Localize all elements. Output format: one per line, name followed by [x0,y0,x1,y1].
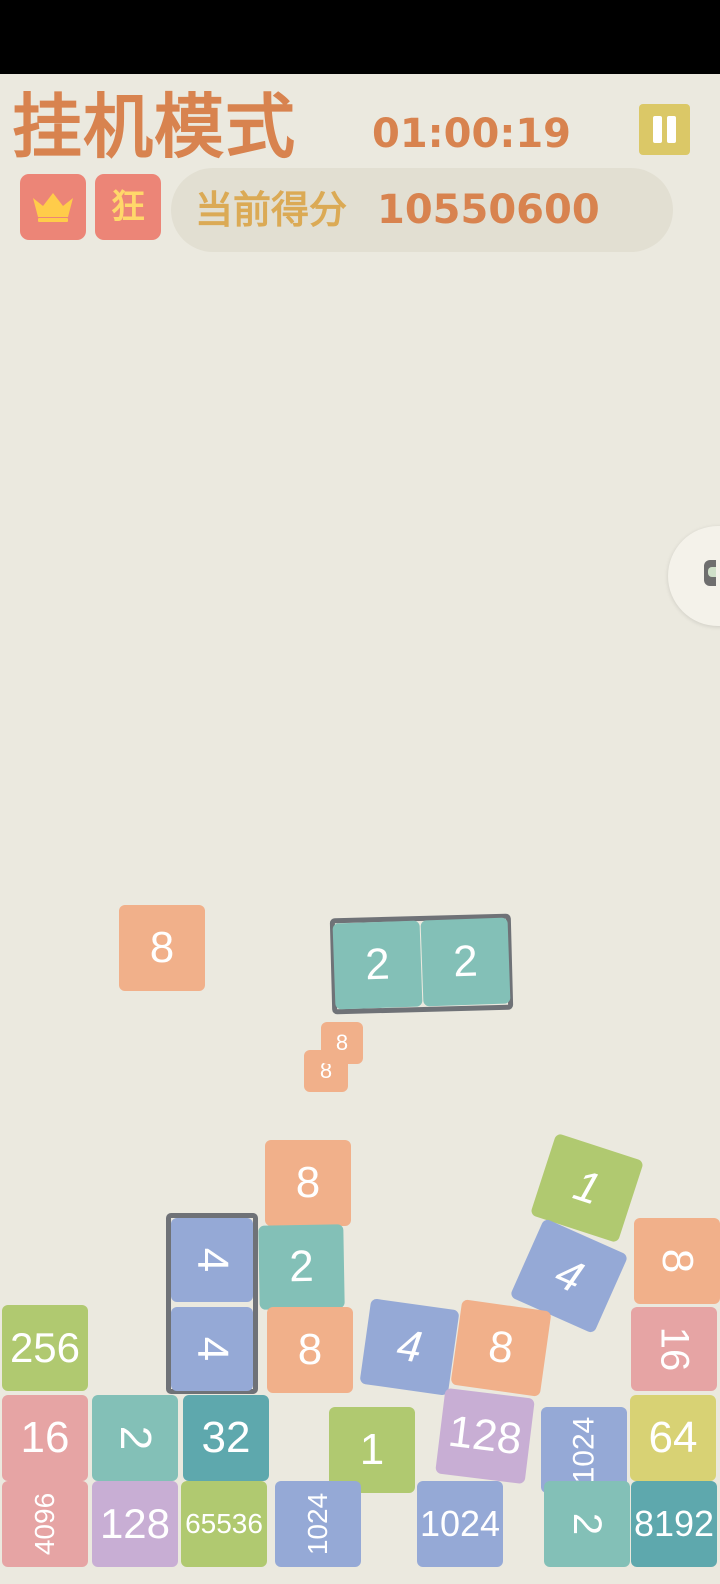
tile: 128 [92,1481,178,1567]
tile-value: 32 [201,1413,251,1462]
score-label: 当前得分 [195,188,348,232]
side-panel-icon [704,560,716,586]
tile-value: 1 [567,1160,607,1215]
tile: 2 [92,1395,178,1481]
pause-button[interactable] [639,104,690,155]
tile-value: 8 [295,1158,321,1207]
tile-value: 2 [364,939,391,990]
game-timer: 01:00:19 [372,111,571,157]
tile: 128 [435,1387,535,1485]
tile-value: 8 [149,923,175,972]
tile-value: 256 [9,1324,81,1371]
tile-value: 64 [648,1413,698,1462]
crown-icon [33,193,73,222]
tile: 4 [171,1218,253,1302]
side-panel-button[interactable] [668,526,720,626]
tile-value: 4 [548,1248,591,1303]
tile-value: 4 [187,1247,237,1273]
tile: 16 [2,1395,88,1481]
tile: 4 [359,1298,460,1396]
tile-value: 8 [297,1325,323,1374]
mode-title: 挂机模式 [12,86,296,168]
tile: 2 [332,920,423,1010]
tile-value: 1024 [567,1416,600,1484]
tile: 2 [258,1224,345,1310]
status-bar [0,0,720,74]
tile-value: 4096 [28,1492,60,1556]
tile: 32 [183,1395,269,1481]
tile-value: 2 [565,1512,609,1536]
tile-value: 1 [359,1425,385,1474]
tile-value: 8 [335,1030,349,1055]
tile: 1024 [417,1481,503,1567]
score-display: 当前得分 10550600 [171,168,673,252]
tile: 8 [265,1140,351,1226]
crazy-mode-button[interactable]: 狂 [95,174,161,240]
tile-value: 16 [20,1413,70,1462]
tile: 65536 [181,1481,267,1567]
tile: 1024 [275,1481,361,1567]
tile-value: 16 [652,1326,696,1372]
tile: 4 [171,1307,253,1391]
tile-value: 1024 [419,1503,501,1544]
tile: 8 [321,1022,363,1064]
tile: 8 [267,1307,353,1393]
tile-value: 2 [288,1241,315,1292]
tile-value: 8 [485,1321,517,1374]
tile-value: 2 [452,936,479,987]
tile-value: 4 [187,1336,237,1362]
tile-value: 65536 [185,1508,263,1539]
tile: 8192 [631,1481,717,1567]
leaderboard-button[interactable] [20,174,86,240]
game-screen: 挂机模式 01:00:19 狂 当前得分 10550600 8 2 2 8 8 8 1 4 2 4… [0,0,720,1584]
tile: 8 [450,1299,552,1397]
tile-value: 8192 [633,1503,715,1544]
tile-value: 128 [99,1500,171,1547]
tile-value: 128 [445,1406,525,1465]
tile: 4096 [2,1481,88,1567]
tile-value: 1024 [301,1492,333,1556]
tile: 256 [2,1305,88,1391]
tile: 64 [630,1395,716,1481]
tile: 8 [119,905,205,991]
crazy-mode-label: 狂 [111,187,145,227]
tile-value: 4 [394,1320,426,1373]
tile: 8 [634,1218,720,1304]
tile: 2 [420,917,511,1007]
tile: 16 [631,1307,717,1391]
tile-value: 2 [110,1425,160,1451]
score-value: 10550600 [377,187,600,233]
tile: 2 [544,1481,630,1567]
tile-value: 8 [652,1248,702,1274]
